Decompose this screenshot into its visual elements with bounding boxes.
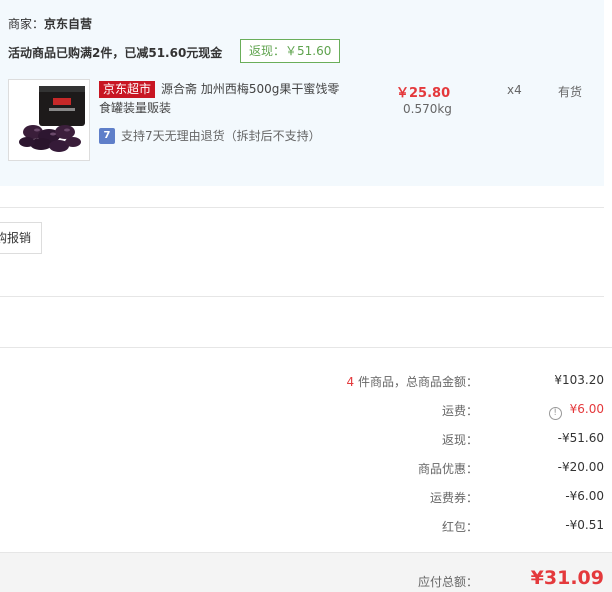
goods-total-value: ¥103.20 <box>554 373 604 387</box>
promo-text: 活动商品已购满2件，已减51.60元现金 <box>8 46 223 60</box>
product-thumbnail[interactable] <box>8 79 90 161</box>
merchant-label: 商家： <box>8 17 45 31</box>
discount-row: 商品优惠： -¥20.00 <box>0 458 612 478</box>
return-policy: 7 支持7天无理由退货（拆封后不支持） <box>99 127 321 144</box>
seven-day-return-icon: 7 <box>99 127 115 144</box>
product-price: ￥25.80 <box>396 86 451 101</box>
section-divider <box>0 347 612 348</box>
rebate-tag: 返现：￥51.60 <box>240 39 341 63</box>
info-icon[interactable]: ! <box>548 407 562 420</box>
payable-total-bar: 应付总额： ¥31.09 <box>0 552 612 592</box>
return-policy-text: 支持7天无理由退货（拆封后不支持） <box>121 129 321 143</box>
redpacket-row: 红包： -¥0.51 <box>0 516 612 536</box>
goods-total-row: 4 件商品，总商品金额： ¥103.20 <box>0 371 612 391</box>
redpacket-label: 红包： <box>441 520 478 534</box>
goods-total-label: 4 件商品，总商品金额： <box>347 373 478 390</box>
item-count-label: 件商品，总商品金额： <box>354 375 478 389</box>
rebate-label: 返现： <box>441 433 478 447</box>
section-divider <box>0 207 604 208</box>
shipping-label: 运费： <box>441 404 478 418</box>
shipping-coupon-label: 运费券： <box>429 491 478 505</box>
order-checkout-page: 商家：京东自营 活动商品已购满2件，已减51.60元现金 返现：￥51.60 京… <box>0 0 612 592</box>
product-weight: 0.570kg <box>403 102 452 116</box>
section-divider <box>0 296 604 297</box>
shipping-value: ¥6.00 <box>569 402 604 416</box>
product-quantity: x4 <box>507 83 522 97</box>
merchant-name: 京东自营 <box>44 17 93 31</box>
rebate-row: 返现： -¥51.60 <box>0 429 612 449</box>
merchant-line: 商家：京东自营 <box>8 15 92 32</box>
rebate-value: -¥51.60 <box>557 431 604 445</box>
order-items-panel: 商家：京东自营 活动商品已购满2件，已减51.60元现金 返现：￥51.60 京… <box>0 0 604 186</box>
stock-status: 有货 <box>558 85 583 99</box>
discount-value: -¥20.00 <box>557 460 604 474</box>
shipping-coupon-value: -¥6.00 <box>565 489 604 503</box>
discount-label: 商品优惠： <box>417 462 478 476</box>
payable-total-label: 应付总额： <box>417 575 478 589</box>
payable-total-value: ¥31.09 <box>530 567 604 589</box>
shipping-coupon-row: 运费券： -¥6.00 <box>0 487 612 507</box>
product-title-block[interactable]: 京东超市 源合斋 加州西梅500g果干蜜饯零食罐装量贩装 <box>99 80 351 118</box>
redpacket-value: -¥0.51 <box>565 518 604 532</box>
jd-supermarket-badge: 京东超市 <box>99 81 156 98</box>
shipping-value-wrap: ! ¥6.00 <box>548 402 604 420</box>
invoice-button[interactable]: 购报销 <box>0 222 42 254</box>
shipping-row: 运费： ! ¥6.00 <box>0 400 612 420</box>
